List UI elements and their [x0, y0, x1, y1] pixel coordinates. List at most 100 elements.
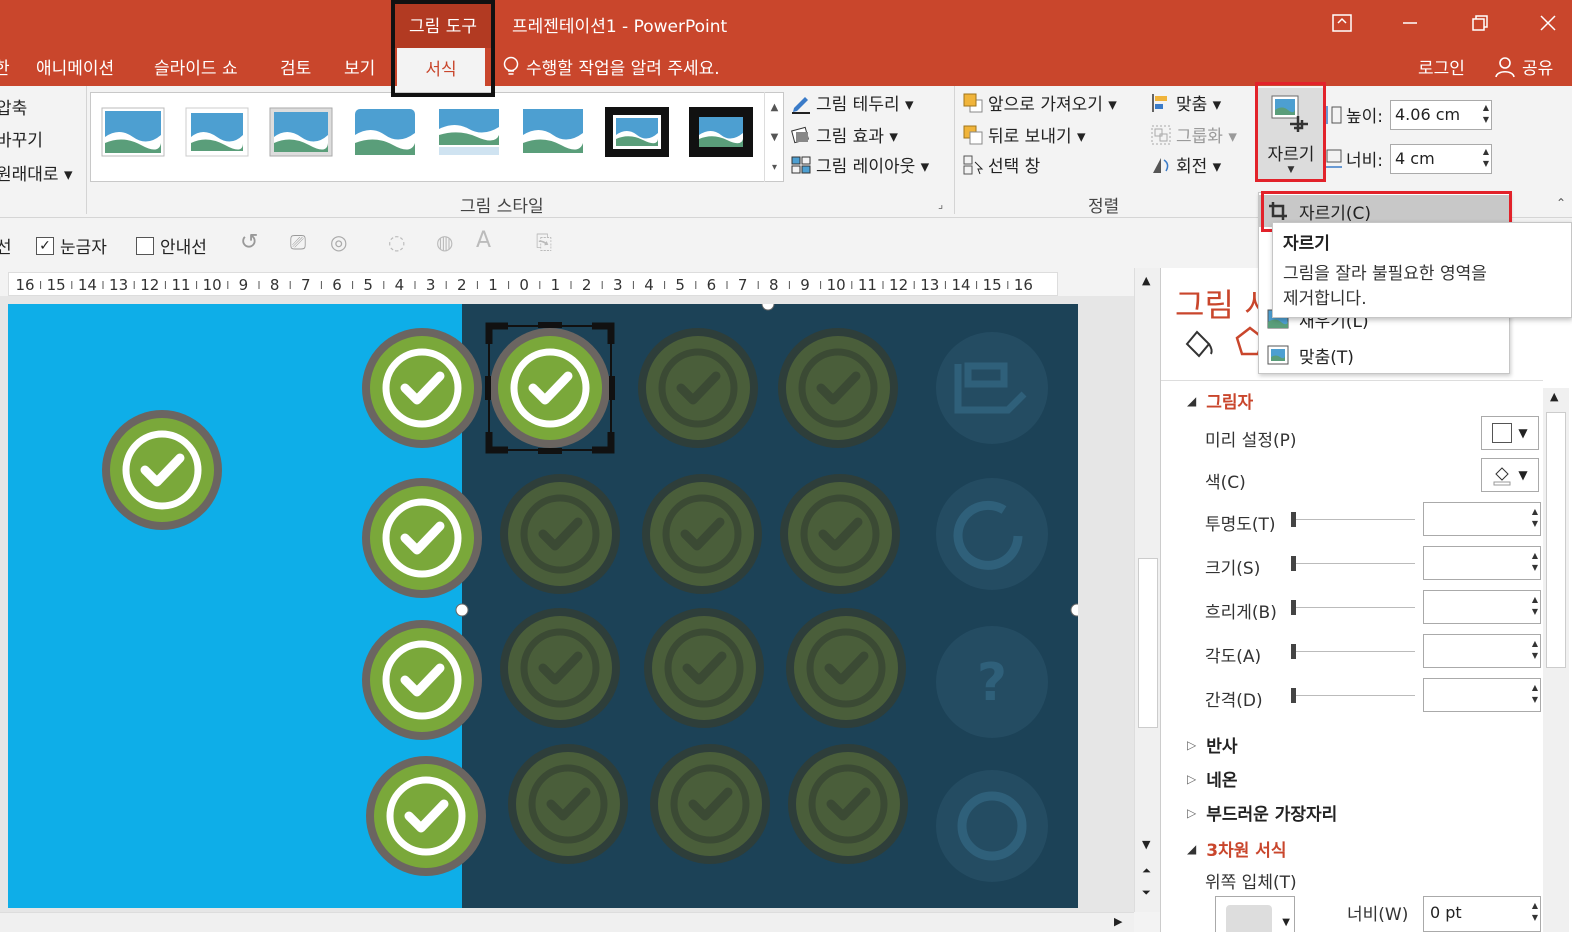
share-button[interactable]: 공유 [1494, 54, 1553, 79]
style-thumbnail[interactable] [353, 107, 417, 157]
ribbon-display-icon[interactable] [1322, 8, 1362, 38]
tab-view[interactable]: 보기 [344, 54, 375, 79]
tab-format[interactable]: 서식 [397, 48, 485, 86]
style-thumbnail[interactable] [269, 107, 333, 157]
pane-scrollbar[interactable]: ▲ [1543, 388, 1569, 932]
soft-edges-section-header[interactable]: ▷ 부드러운 가장자리 [1187, 800, 1337, 825]
spinner-icon[interactable]: ▲ ▼ [1483, 102, 1489, 126]
checkbox-checked[interactable]: ✓ [36, 236, 54, 255]
check-badge[interactable] [362, 478, 482, 598]
spinner-icon[interactable]: ▲ ▼ [1532, 900, 1538, 924]
angle-input[interactable]: ▲ ▼ [1423, 634, 1541, 668]
distance-slider[interactable] [1291, 688, 1415, 703]
film-reel-icon[interactable] [936, 770, 1048, 882]
height-input[interactable]: 4.06 cm ▲ ▼ [1390, 100, 1492, 130]
vertical-scrollbar[interactable]: ▲ ▼ ⏶ ⏷ [1134, 268, 1160, 912]
collapse-ribbon-icon[interactable]: ⌃ [1556, 196, 1566, 210]
dim-badge[interactable] [500, 474, 620, 594]
size-slider[interactable] [1291, 556, 1415, 571]
send-backward-button[interactable]: 뒤로 보내기 ▾ [962, 122, 1086, 147]
distance-input[interactable]: ▲ ▼ [1423, 678, 1541, 712]
tab-slideshow[interactable]: 슬라이드 쇼 [154, 54, 238, 79]
undo-rotate-icon[interactable]: ↺ [240, 230, 258, 255]
tab-review[interactable]: 검토 [280, 54, 311, 79]
group-button[interactable]: 그룹화 ▾ [1150, 122, 1237, 147]
save-icon[interactable] [936, 332, 1048, 444]
rotate-button[interactable]: 회전 ▾ [1150, 152, 1221, 177]
selection-pane-button[interactable]: 선택 창 [962, 152, 1040, 177]
selected-check-badge[interactable] [490, 328, 610, 448]
slideshow-icon[interactable]: ⎚ [290, 230, 306, 254]
ruler-checkbox[interactable]: ✓ 눈금자 [36, 233, 107, 258]
spinner-icon[interactable]: ▲ ▼ [1483, 146, 1489, 170]
blur-input[interactable]: ▲ ▼ [1423, 590, 1541, 624]
style-thumbnail[interactable] [689, 107, 753, 157]
reflection-section-header[interactable]: ▷ 반사 [1187, 732, 1238, 757]
gallery-scroll[interactable]: ▲ ▼ ▾ [764, 92, 784, 182]
dim-badge[interactable] [644, 608, 764, 728]
text-effects-icon[interactable]: A [476, 228, 491, 253]
shadow-section-header[interactable]: ◢ 그림자 [1187, 388, 1253, 413]
fill-line-icon[interactable] [1181, 326, 1215, 360]
dim-badge[interactable] [650, 744, 770, 864]
dim-badge[interactable] [786, 608, 906, 728]
checkbox-unchecked[interactable] [136, 236, 154, 255]
style-thumbnail[interactable] [185, 107, 249, 157]
size-input[interactable]: ▲ ▼ [1423, 546, 1541, 580]
preset-dropdown[interactable]: ▼ [1481, 416, 1539, 450]
glow-section-header[interactable]: ▷ 네온 [1187, 766, 1238, 791]
scroll-thumb[interactable] [1546, 412, 1566, 668]
width-input[interactable]: 4 cm ▲ ▼ [1390, 144, 1492, 174]
format-painter-icon[interactable]: ⎘ [536, 230, 552, 254]
dim-badge[interactable] [788, 744, 908, 864]
tab-cut-left[interactable]: 한 [0, 54, 10, 79]
picture-effects-button[interactable]: 그림 효과 ▾ [790, 122, 898, 147]
close-icon[interactable] [1528, 8, 1568, 38]
refresh-icon[interactable] [936, 478, 1048, 590]
bevel-width-input[interactable]: 0 pt ▲ ▼ [1423, 896, 1541, 932]
guides-checkbox[interactable]: 안내선 [136, 233, 207, 258]
chevron-down-icon[interactable]: ▼ [771, 132, 779, 143]
three-d-format-section-header[interactable]: ◢ 3차원 서식 [1187, 836, 1287, 861]
style-thumbnail[interactable] [437, 107, 501, 157]
top-bevel-dropdown[interactable]: ▼ [1215, 896, 1295, 932]
spinner-icon[interactable]: ▲ ▼ [1532, 682, 1538, 706]
previous-slide-icon[interactable]: ⏶ [1142, 864, 1151, 878]
reset-picture-button[interactable]: 원래대로 ▾ [0, 160, 73, 185]
dim-badge[interactable] [642, 474, 762, 594]
picture-layout-button[interactable]: 그림 레이아웃 ▾ [790, 152, 929, 177]
check-badge[interactable] [362, 620, 482, 740]
login-link[interactable]: 로그인 [1418, 54, 1465, 79]
intersect-icon[interactable]: ◍ [436, 230, 453, 254]
bring-forward-button[interactable]: 앞으로 가져오기 ▾ [962, 90, 1117, 115]
style-thumbnail[interactable] [101, 107, 165, 157]
merge-shapes-icon[interactable]: ◌ [388, 230, 405, 254]
crop-button[interactable]: 자르기 ▼ [1258, 88, 1324, 180]
color-dropdown[interactable]: ▼ [1481, 458, 1539, 492]
dim-badge[interactable] [508, 744, 628, 864]
transparency-input[interactable]: ▲ ▼ [1423, 502, 1541, 536]
spinner-icon[interactable]: ▲ ▼ [1532, 550, 1538, 574]
more-icon[interactable]: ▾ [772, 162, 777, 173]
scroll-up-icon[interactable]: ▲ [1142, 274, 1150, 287]
check-badge[interactable] [102, 410, 222, 530]
chevron-up-icon[interactable]: ▲ [771, 102, 779, 113]
angle-slider[interactable] [1291, 644, 1415, 659]
scroll-thumb[interactable] [1138, 558, 1158, 728]
minimize-icon[interactable] [1390, 8, 1430, 38]
dim-badge[interactable] [638, 328, 758, 448]
spinner-icon[interactable]: ▲ ▼ [1532, 594, 1538, 618]
scroll-down-icon[interactable]: ▼ [1142, 838, 1150, 851]
next-slide-icon[interactable]: ⏷ [1142, 886, 1151, 900]
blur-slider[interactable] [1291, 600, 1415, 615]
style-thumbnail[interactable] [605, 107, 669, 157]
check-badge[interactable] [362, 328, 482, 448]
shapes-icon[interactable]: ◎ [330, 230, 347, 254]
scroll-up-icon[interactable]: ▲ [1550, 390, 1558, 403]
restore-icon[interactable] [1460, 8, 1500, 38]
scroll-right-icon[interactable]: ▶ [1114, 915, 1122, 928]
tab-animations[interactable]: 애니메이션 [36, 54, 114, 79]
dim-badge[interactable] [500, 608, 620, 728]
picture-border-button[interactable]: 그림 테두리 ▾ [790, 90, 914, 115]
check-badge[interactable] [366, 756, 486, 876]
